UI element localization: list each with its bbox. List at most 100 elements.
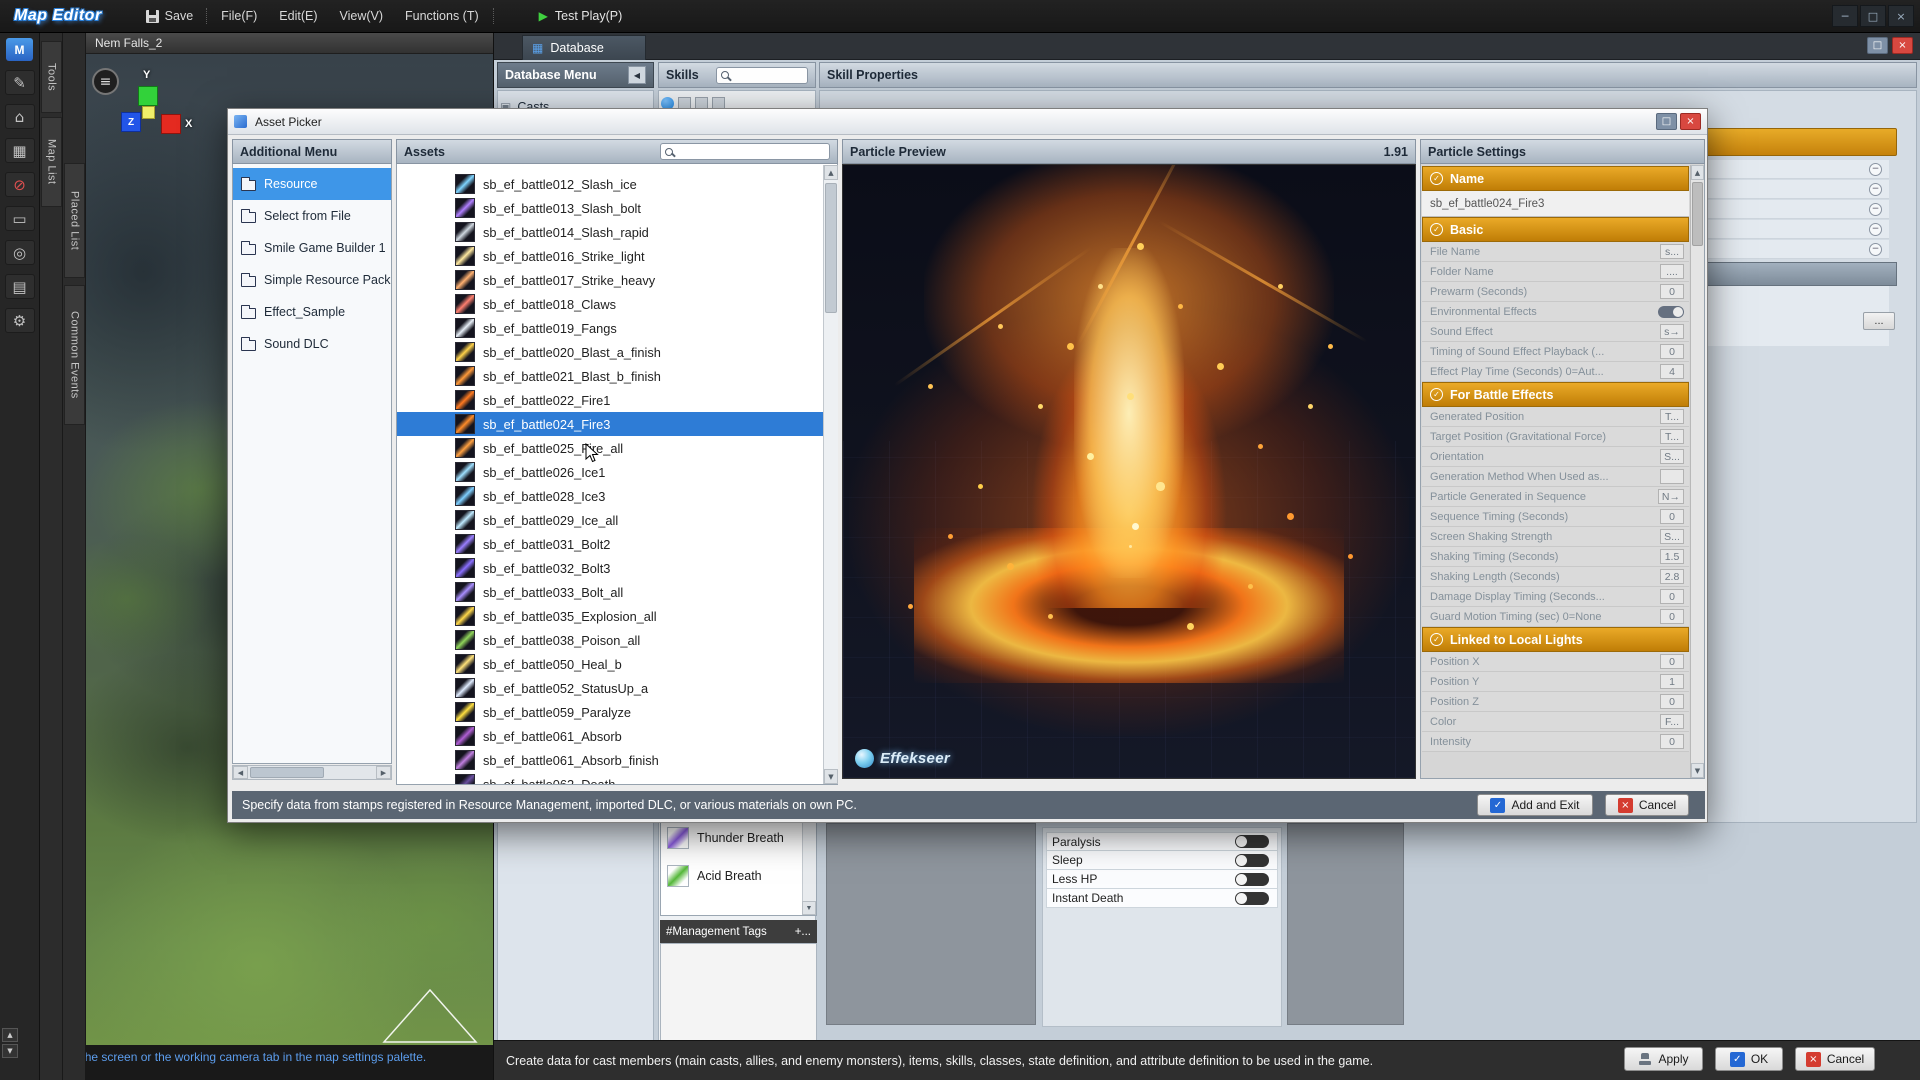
asset-list-item[interactable]: sb_ef_battle019_Fangs bbox=[397, 316, 837, 340]
settings-row[interactable]: Position Y 1 bbox=[1422, 672, 1689, 692]
management-tags-bar[interactable]: #Management Tags +... bbox=[660, 920, 817, 943]
state-row[interactable]: Instant Death bbox=[1046, 889, 1278, 908]
asset-list-item[interactable]: sb_ef_battle012_Slash_ice bbox=[397, 172, 837, 196]
settings-value[interactable]: 0 bbox=[1660, 589, 1684, 604]
asset-list-item[interactable]: sb_ef_battle024_Fire3 bbox=[397, 412, 837, 436]
restore-icon[interactable]: □ bbox=[1867, 37, 1888, 54]
additional-menu-item[interactable]: Resource bbox=[233, 168, 391, 200]
maximize-icon[interactable]: □ bbox=[1860, 5, 1886, 27]
menu-edit[interactable]: Edit(E) bbox=[268, 0, 328, 33]
scroll-left-icon[interactable]: ◀ bbox=[233, 766, 248, 779]
asset-list-item[interactable]: sb_ef_battle025_Fire_all bbox=[397, 436, 837, 460]
settings-value[interactable]: 0 bbox=[1660, 734, 1684, 749]
state-row[interactable]: Sleep bbox=[1046, 851, 1278, 870]
settings-row[interactable]: Shaking Timing (Seconds) 1.5 bbox=[1422, 547, 1689, 567]
settings-tool-icon[interactable]: ⚙ bbox=[5, 308, 35, 333]
section-header-name[interactable]: ✓ Name bbox=[1422, 166, 1689, 191]
settings-value[interactable]: S... bbox=[1660, 529, 1684, 544]
scroll-up-icon[interactable]: ▲ bbox=[1691, 165, 1704, 180]
settings-row[interactable]: Particle Generated in Sequence N→ bbox=[1422, 487, 1689, 507]
particle-preview-viewport[interactable]: Effekseer bbox=[842, 164, 1416, 779]
dialog-titlebar[interactable]: Asset Picker □ × bbox=[228, 109, 1707, 135]
tab-database[interactable]: ▦ Database bbox=[522, 35, 646, 60]
scrollbar-thumb[interactable] bbox=[250, 767, 324, 778]
asset-list-item[interactable]: sb_ef_battle026_Ice1 bbox=[397, 460, 837, 484]
asset-list-item[interactable]: sb_ef_battle013_Slash_bolt bbox=[397, 196, 837, 220]
additional-menu-item[interactable]: Simple Resource Pack bbox=[233, 264, 391, 296]
tile-tool-icon[interactable]: ▦ bbox=[5, 138, 35, 163]
settings-value[interactable]: 4 bbox=[1660, 364, 1684, 379]
asset-list-item[interactable]: sb_ef_battle020_Blast_a_finish bbox=[397, 340, 837, 364]
asset-list-item[interactable]: sb_ef_battle059_Paralyze bbox=[397, 700, 837, 724]
state-toggle[interactable] bbox=[1235, 854, 1269, 867]
settings-value[interactable]: T... bbox=[1660, 429, 1684, 444]
terrain-tool-icon[interactable]: ⌂ bbox=[5, 104, 35, 129]
additional-menu-item[interactable]: Select from File bbox=[233, 200, 391, 232]
section-header-basic[interactable]: ✓ Basic bbox=[1422, 217, 1689, 242]
section-header-lights[interactable]: ✓ Linked to Local Lights bbox=[1422, 627, 1689, 652]
additional-menu-item[interactable]: Effect_Sample bbox=[233, 296, 391, 328]
asset-list-item[interactable]: sb_ef_battle021_Blast_b_finish bbox=[397, 364, 837, 388]
asset-list-item[interactable]: sb_ef_battle062_Death bbox=[397, 772, 837, 785]
restore-icon[interactable]: □ bbox=[1656, 113, 1677, 130]
skills-search[interactable] bbox=[716, 67, 808, 84]
state-row[interactable]: Less HP bbox=[1046, 870, 1278, 889]
settings-row[interactable]: Sound Effect s→ bbox=[1422, 322, 1689, 342]
back-button[interactable]: ◀ bbox=[628, 66, 646, 84]
settings-value[interactable]: 0 bbox=[1660, 284, 1684, 299]
asset-list-item[interactable]: sb_ef_battle061_Absorb_finish bbox=[397, 748, 837, 772]
settings-value[interactable]: F... bbox=[1660, 714, 1684, 729]
apply-button[interactable]: Apply bbox=[1624, 1047, 1703, 1071]
settings-value[interactable]: N→ bbox=[1658, 489, 1684, 504]
settings-value[interactable]: .... bbox=[1660, 264, 1684, 279]
menu-functions[interactable]: Functions (T) bbox=[394, 0, 490, 33]
settings-row[interactable]: Damage Display Timing (Seconds... 0 bbox=[1422, 587, 1689, 607]
settings-row[interactable]: Prewarm (Seconds) 0 bbox=[1422, 282, 1689, 302]
asset-list-item[interactable]: sb_ef_battle033_Bolt_all bbox=[397, 580, 837, 604]
asset-list-item[interactable]: sb_ef_battle061_Absorb bbox=[397, 724, 837, 748]
settings-value[interactable]: 1.5 bbox=[1660, 549, 1684, 564]
toggle-off-icon[interactable]: − bbox=[1869, 163, 1882, 176]
settings-row[interactable]: Effect Play Time (Seconds) 0=Aut... 4 bbox=[1422, 362, 1689, 382]
close-icon[interactable]: × bbox=[1892, 37, 1913, 54]
close-icon[interactable]: × bbox=[1888, 5, 1914, 27]
erase-tool-icon[interactable]: ⊘ bbox=[5, 172, 35, 197]
scrollbar-thumb[interactable] bbox=[825, 183, 837, 313]
asset-list-item[interactable]: sb_ef_battle028_Ice3 bbox=[397, 484, 837, 508]
list-item[interactable]: Acid Breath bbox=[661, 857, 816, 895]
grid-tool-icon[interactable]: ▤ bbox=[5, 274, 35, 299]
settings-value[interactable]: S... bbox=[1660, 449, 1684, 464]
settings-row[interactable]: Sequence Timing (Seconds) 0 bbox=[1422, 507, 1689, 527]
picker-tool-icon[interactable]: ◎ bbox=[5, 240, 35, 265]
scroll-up-icon[interactable]: ▲ bbox=[2, 1028, 18, 1042]
scroll-down-icon[interactable]: ▼ bbox=[2, 1044, 18, 1058]
menu-view[interactable]: View(V) bbox=[328, 0, 394, 33]
asset-list-item[interactable]: sb_ef_battle017_Strike_heavy bbox=[397, 268, 837, 292]
settings-value[interactable]: 1 bbox=[1660, 674, 1684, 689]
sidebar-tab-common-events[interactable]: Common Events bbox=[64, 285, 85, 425]
toggle-off-icon[interactable]: − bbox=[1869, 183, 1882, 196]
scroll-down-icon[interactable]: ▼ bbox=[824, 769, 838, 784]
settings-value[interactable]: 0 bbox=[1660, 609, 1684, 624]
settings-row[interactable]: Guard Motion Timing (sec) 0=None 0 bbox=[1422, 607, 1689, 627]
settings-row[interactable]: Orientation S... bbox=[1422, 447, 1689, 467]
save-button[interactable]: Save bbox=[136, 9, 204, 23]
sidebar-tab-map-list[interactable]: Map List bbox=[41, 117, 62, 207]
horizontal-scrollbar[interactable]: ◀ ▶ bbox=[232, 765, 392, 780]
more-button[interactable]: ... bbox=[1863, 312, 1895, 330]
minimize-icon[interactable]: ─ bbox=[1832, 5, 1858, 27]
ok-button[interactable]: ✓ OK bbox=[1715, 1047, 1783, 1071]
state-row[interactable]: Paralysis bbox=[1046, 832, 1278, 851]
asset-list-item[interactable]: sb_ef_battle029_Ice_all bbox=[397, 508, 837, 532]
settings-row[interactable]: File Name s... bbox=[1422, 242, 1689, 262]
settings-row[interactable]: Generation Method When Used as... bbox=[1422, 467, 1689, 487]
cancel-button[interactable]: × Cancel bbox=[1795, 1047, 1875, 1071]
asset-list-item[interactable]: sb_ef_battle014_Slash_rapid bbox=[397, 220, 837, 244]
state-toggle[interactable] bbox=[1235, 835, 1269, 848]
asset-list-item[interactable]: sb_ef_battle031_Bolt2 bbox=[397, 532, 837, 556]
settings-row[interactable]: Generated Position T... bbox=[1422, 407, 1689, 427]
close-icon[interactable]: × bbox=[1680, 113, 1701, 130]
axis-gizmo[interactable]: Y Z X bbox=[114, 72, 224, 156]
asset-list-item[interactable]: sb_ef_battle032_Bolt3 bbox=[397, 556, 837, 580]
settings-row[interactable]: Intensity 0 bbox=[1422, 732, 1689, 752]
